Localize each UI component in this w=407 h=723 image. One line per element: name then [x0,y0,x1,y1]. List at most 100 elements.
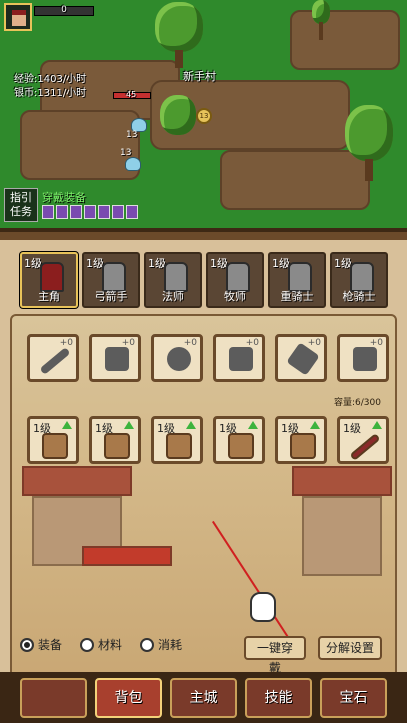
radio-dot-icon [80,637,95,652]
filter-consumables[interactable]: 消耗 [140,636,182,653]
tree [160,95,200,145]
armor-icon [166,433,192,459]
pants-icon [228,433,254,459]
bag-item[interactable]: 1级 [275,416,327,464]
filter-label: 材料 [98,638,123,652]
item-level: 1级 [343,422,361,435]
world-map[interactable]: 0 经验:1403/小时 银币:1311/小时 新手村 45 13 13 13 … [0,0,407,240]
house-roof [292,466,392,496]
quest-reward-icons [42,205,138,221]
tree [155,2,205,72]
item-icon [84,205,96,219]
boots-icon [353,347,377,371]
tab-main-city[interactable]: 主城 [170,678,237,718]
quest-guide-button[interactable]: 指引 任务 [4,188,38,222]
upgrade-arrow-icon [372,421,382,429]
upgrade-arrow-icon [186,421,196,429]
equip-slot-helmet[interactable]: +0 [89,334,141,382]
player-avatar[interactable] [4,3,32,31]
equip-slot-armor[interactable]: +0 [151,334,203,382]
upgrade-arrow-icon [310,421,320,429]
enhance-level: +0 [307,338,321,348]
bag-item[interactable]: 1级 [337,416,389,464]
upgrade-arrow-icon [62,421,72,429]
item-icon [98,205,110,219]
item-icon [126,205,138,219]
market-awning [82,546,172,566]
game-screen: 0 经验:1403/小时 银币:1311/小时 新手村 45 13 13 13 … [0,0,407,723]
char-slot-mage[interactable]: 1级 法师 [144,252,202,308]
task-label: 任务 [10,205,32,218]
item-icon [42,205,54,219]
exp-rate: 经验:1403/小时 [14,74,87,85]
house [302,496,382,576]
mob-level: 13 [126,130,138,140]
tree [310,0,334,40]
house-roof [22,466,132,496]
sword-icon [39,347,71,375]
silver-rate: 银币:1311/小时 [14,88,87,99]
bag-item[interactable]: 1级 [213,416,265,464]
equip-slot-weapon[interactable]: +0 [27,334,79,382]
location-label: 新手村 [183,70,216,83]
tab-gems[interactable]: 宝石 [320,678,387,718]
bag-filters: 装备 材料 消耗 [20,636,182,653]
sword-icon [349,433,381,461]
bag-items-row: 1级 1级 1级 1级 1级 1级 [27,416,389,464]
filter-equipment[interactable]: 装备 [20,636,62,653]
char-name: 枪骑士 [342,290,376,303]
slime-mob[interactable] [125,157,141,171]
inventory-panel: 1级 主角 1级 弓箭手 1级 法师 1级 牧师 1级 重骑士 1级 枪骑士 +… [0,228,407,723]
player-hp-bar: 0 [34,5,94,16]
char-name: 主角 [38,290,60,303]
char-slot-heavy-knight[interactable]: 1级 重骑士 [268,252,326,308]
bag-item[interactable]: 1级 [151,416,203,464]
upgrade-arrow-icon [248,421,258,429]
tab-bag[interactable]: 背包 [95,678,162,718]
char-name: 重骑士 [280,290,314,303]
bag-capacity: 容量:6/300 [334,398,381,408]
player-hp-value: 0 [61,5,67,15]
char-slot-priest[interactable]: 1级 牧师 [206,252,264,308]
filter-label: 装备 [38,638,63,652]
helmet-icon [105,347,129,371]
tab-home[interactable] [20,678,87,718]
filter-materials[interactable]: 材料 [80,636,122,653]
char-slot-hero[interactable]: 1级 主角 [20,252,78,308]
dirt-path [20,110,140,180]
mob-level: 13 [120,148,132,158]
equip-slot-boots[interactable]: +0 [337,334,389,382]
char-name: 弓箭手 [94,290,128,303]
bag-item[interactable]: 1级 [89,416,141,464]
enhance-level: +0 [183,338,197,348]
tab-skills[interactable]: 技能 [245,678,312,718]
equip-all-button[interactable]: 一键穿戴 [244,636,306,675]
coin-icon[interactable]: 13 [196,108,212,124]
radio-dot-icon [140,637,155,652]
character-row: 1级 主角 1级 弓箭手 1级 法师 1级 牧师 1级 重骑士 1级 枪骑士 [20,252,388,308]
boots-icon [42,433,68,459]
helmet-icon [104,433,130,459]
radio-dot-icon [20,637,34,652]
char-name: 法师 [162,290,184,303]
char-slot-archer[interactable]: 1级 弓箭手 [82,252,140,308]
decompose-settings-button[interactable]: 分解设置 [318,636,382,660]
bag-item[interactable]: 1级 [27,416,79,464]
pants-icon [229,347,253,371]
upgrade-arrow-icon [124,421,134,429]
char-slot-lancer[interactable]: 1级 枪骑士 [330,252,388,308]
item-icon [112,205,124,219]
bottom-tab-bar: 背包 主城 技能 宝石 [0,672,407,723]
bracer-icon [290,433,316,459]
item-icon [70,205,82,219]
dirt-path [290,10,400,70]
equipped-row: +0 +0 +0 +0 +0 +0 [27,334,389,382]
equip-slot-bracer[interactable]: +0 [275,334,327,382]
enemy-hp-value: 45 [126,90,137,99]
guide-label: 指引 [10,191,32,204]
tree [345,105,395,185]
enhance-level: +0 [59,338,73,348]
equip-slot-pants[interactable]: +0 [213,334,265,382]
quest-title[interactable]: 穿戴装备 [42,189,86,205]
armor-icon [167,347,191,371]
